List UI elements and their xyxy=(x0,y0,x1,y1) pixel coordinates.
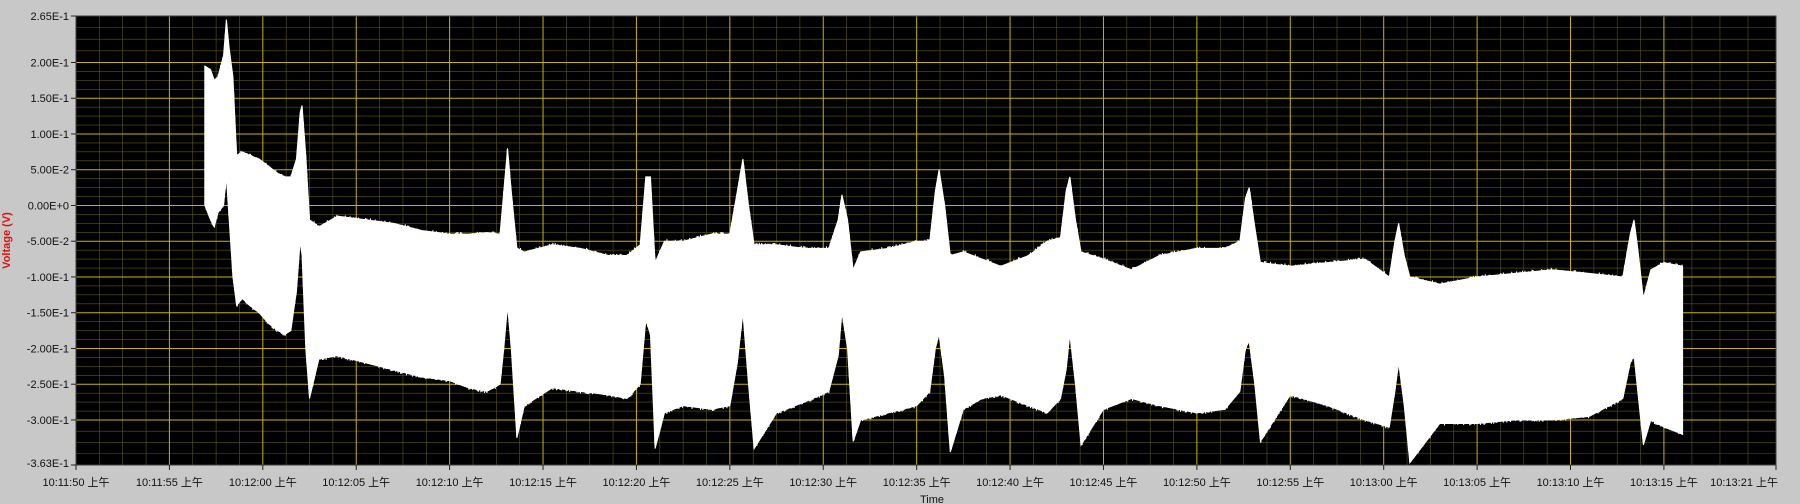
y-tick-label: -2.50E-1 xyxy=(27,379,69,391)
x-tick-label: 10:12:55 上午 xyxy=(1256,476,1324,489)
y-tick-label: 1.50E-1 xyxy=(30,93,69,105)
x-tick-label: 10:13:05 上午 xyxy=(1443,476,1511,489)
x-tick-label: 10:12:15 上午 xyxy=(509,476,577,489)
x-axis-title: Time xyxy=(920,494,944,504)
x-tick-label: 10:12:40 上午 xyxy=(976,476,1044,489)
y-tick-label: -1.00E-1 xyxy=(27,272,69,284)
y-tick-label: -2.00E-1 xyxy=(27,343,69,355)
x-tick-label: 10:12:10 上午 xyxy=(416,476,484,489)
y-tick-label: 2.65E-1 xyxy=(30,11,69,23)
x-tick-label: 10:11:55 上午 xyxy=(136,476,203,489)
x-tick-label: 10:12:30 上午 xyxy=(789,476,857,489)
y-tick-label: 2.00E-1 xyxy=(30,57,69,69)
x-tick-label: 10:12:45 上午 xyxy=(1070,476,1138,489)
x-tick-label: 10:13:10 上午 xyxy=(1537,476,1605,489)
x-tick-label: 10:13:15 上午 xyxy=(1630,476,1698,489)
x-tick-label: 10:12:00 上午 xyxy=(229,476,297,489)
x-tick-label: 10:11:50 上午 xyxy=(42,476,109,489)
y-tick-label: -3.63E-1 xyxy=(27,458,69,470)
x-tick-label: 10:12:35 上午 xyxy=(883,476,951,489)
y-tick-label: 1.00E-1 xyxy=(30,129,69,141)
y-tick-label: -5.00E-2 xyxy=(27,236,69,248)
y-axis-title: Voltage (V) xyxy=(1,212,13,269)
voltage-time-chart: 2.65E-1 2.00E-1 1.50E-1 1.00E-1 5.00E-2 0.00E… xyxy=(0,0,1800,504)
x-tick-label: 10:12:25 上午 xyxy=(696,476,764,489)
x-tick-label: 10:12:50 上午 xyxy=(1163,476,1231,489)
y-tick-label: 0.00E+0 xyxy=(28,200,69,212)
y-tick-label: -3.00E-1 xyxy=(27,415,69,427)
x-tick-label: 10:12:05 上午 xyxy=(322,476,390,489)
x-tick-label: 10:12:20 上午 xyxy=(603,476,671,489)
x-tick-label: 10:13:21 上午 xyxy=(1710,476,1778,489)
y-tick-label: -1.50E-1 xyxy=(27,308,69,320)
y-tick-label: 5.00E-2 xyxy=(30,165,69,177)
x-tick-label: 10:13:00 上午 xyxy=(1350,476,1418,489)
